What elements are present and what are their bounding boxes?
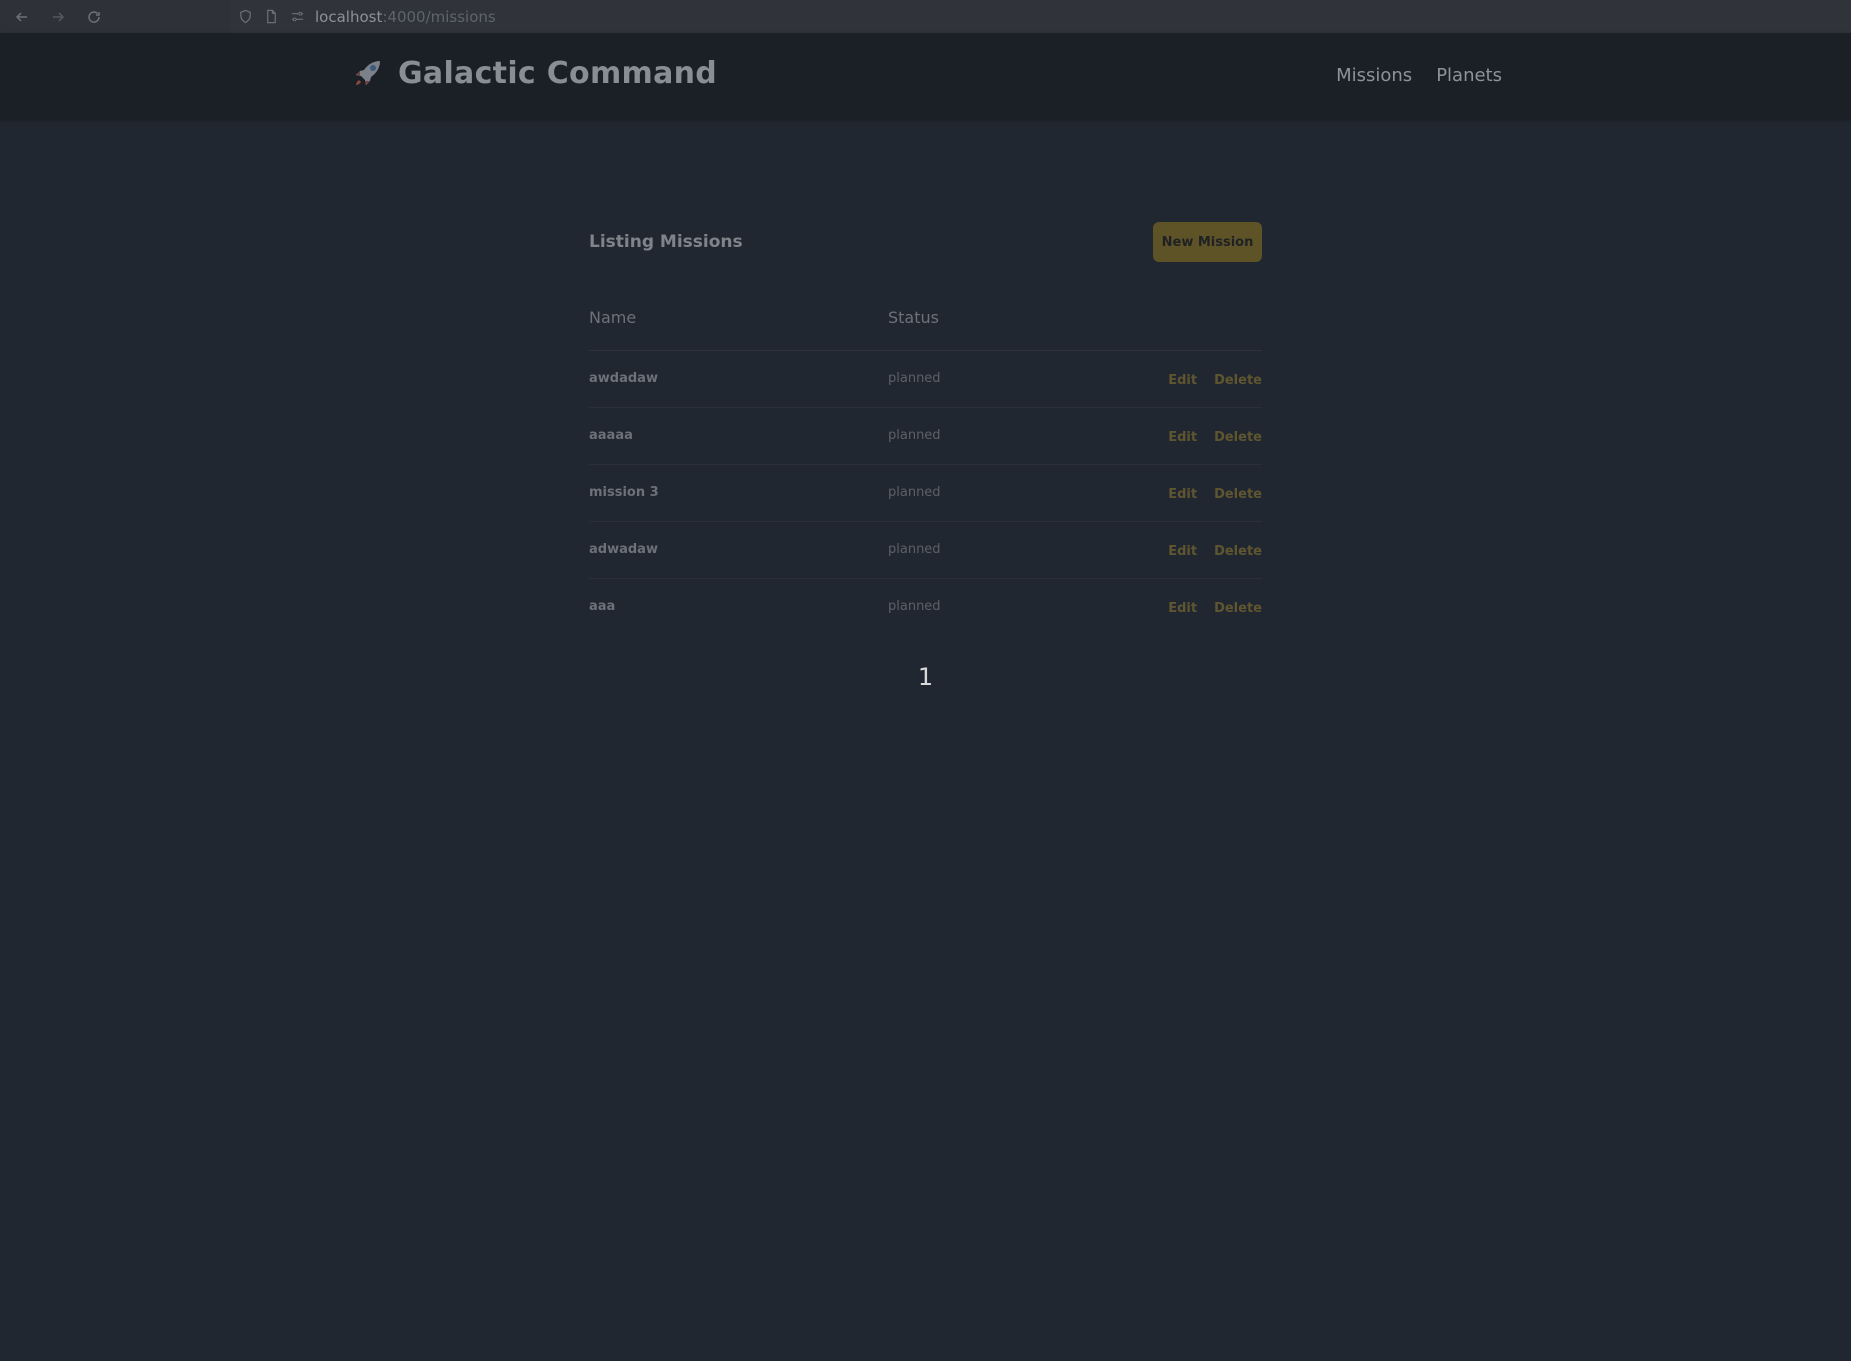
table-row[interactable]: aaa planned Edit Delete xyxy=(589,578,1262,635)
mission-status: planned xyxy=(888,407,1088,465)
delete-link[interactable]: Delete xyxy=(1214,430,1262,445)
mission-status: planned xyxy=(888,350,1088,408)
mission-status: planned xyxy=(888,599,941,615)
edit-link[interactable]: Edit xyxy=(1168,373,1197,388)
brand[interactable]: Galactic Command xyxy=(350,55,717,91)
nav-missions[interactable]: Missions xyxy=(1336,65,1412,86)
delete-link[interactable]: Delete xyxy=(1214,544,1262,559)
column-header-actions xyxy=(1088,298,1262,351)
app-header: Galactic Command Missions Planets xyxy=(0,33,1851,118)
mission-status: planned xyxy=(888,521,1088,579)
reload-icon[interactable] xyxy=(86,9,102,25)
mission-name: awdadaw xyxy=(589,350,888,408)
top-nav: Missions Planets xyxy=(1336,65,1502,86)
rocket-icon xyxy=(356,61,380,85)
table-row[interactable]: awdadaw planned Edit Delete xyxy=(589,350,1262,408)
missions-table: Name Status awdadaw planned Edit Delete a… xyxy=(589,298,1262,635)
mission-name: adwadaw xyxy=(589,521,888,579)
delete-link[interactable]: Delete xyxy=(1214,487,1262,502)
site-settings-icon[interactable] xyxy=(289,9,305,25)
forward-arrow-icon[interactable] xyxy=(50,9,66,25)
pagination: 1 xyxy=(589,663,1262,691)
address-bar[interactable]: localhost:4000/missions xyxy=(231,0,1851,33)
edit-link[interactable]: Edit xyxy=(1168,544,1197,559)
page-header: Listing Missions New Mission xyxy=(589,222,1262,262)
column-header-status: Status xyxy=(888,298,1088,351)
delete-link[interactable]: Delete xyxy=(1214,601,1262,616)
browser-nav-buttons xyxy=(0,0,231,33)
table-row[interactable]: adwadaw planned Edit Delete xyxy=(589,521,1262,579)
nav-planets[interactable]: Planets xyxy=(1436,65,1502,86)
mission-name: mission 3 xyxy=(589,464,888,522)
mission-name: aaa xyxy=(589,599,616,615)
page-title: Listing Missions xyxy=(589,232,743,252)
edit-link[interactable]: Edit xyxy=(1168,487,1197,502)
new-mission-button[interactable]: New Mission xyxy=(1153,222,1262,262)
mission-status: planned xyxy=(888,464,1088,522)
app-title: Galactic Command xyxy=(398,55,718,91)
page-number[interactable]: 1 xyxy=(918,663,933,691)
mission-name: aaaaa xyxy=(589,407,888,465)
column-header-name: Name xyxy=(589,298,888,351)
shield-icon[interactable] xyxy=(237,9,253,25)
browser-toolbar: localhost:4000/missions xyxy=(0,0,1851,33)
row-actions: Edit Delete xyxy=(1088,521,1262,579)
row-actions: Edit Delete xyxy=(1088,578,1262,635)
table-header-row: Name Status xyxy=(589,298,1262,351)
main-content: Listing Missions New Mission Name Status… xyxy=(589,222,1262,691)
delete-link[interactable]: Delete xyxy=(1214,373,1262,388)
edit-link[interactable]: Edit xyxy=(1168,601,1197,616)
edit-link[interactable]: Edit xyxy=(1168,430,1197,445)
back-arrow-icon[interactable] xyxy=(14,9,30,25)
url-text[interactable]: localhost:4000/missions xyxy=(315,8,496,26)
table-row[interactable]: mission 3 planned Edit Delete xyxy=(589,464,1262,522)
row-actions: Edit Delete xyxy=(1088,350,1262,408)
row-actions: Edit Delete xyxy=(1088,464,1262,522)
page-icon[interactable] xyxy=(263,9,279,25)
url-host: localhost xyxy=(315,7,383,26)
row-actions: Edit Delete xyxy=(1088,407,1262,465)
url-path: :4000/missions xyxy=(382,7,496,26)
table-row[interactable]: aaaaa planned Edit Delete xyxy=(589,407,1262,465)
